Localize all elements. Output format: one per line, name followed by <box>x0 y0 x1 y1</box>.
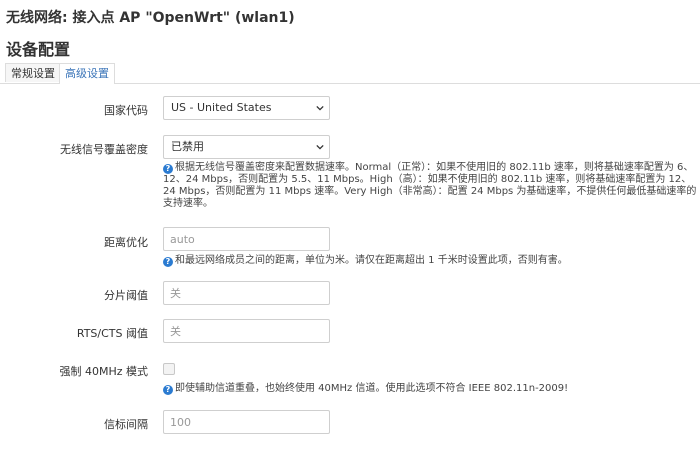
fragmentation-threshold-label: 分片阈值 <box>104 289 148 302</box>
country-code-value: US - United States <box>171 101 272 114</box>
distance-optimization-input[interactable] <box>163 227 330 251</box>
help-circle-icon: ? <box>163 257 173 267</box>
help-circle-icon: ? <box>163 385 173 395</box>
tab-bar: 常规设置 高级设置 <box>0 63 700 84</box>
distance-optimization-label: 距离优化 <box>104 236 148 249</box>
fragmentation-threshold-input[interactable] <box>163 281 330 305</box>
help-circle-icon: ? <box>163 164 173 174</box>
country-code-select[interactable]: US - United States <box>163 96 330 120</box>
coverage-density-select[interactable]: 已禁用 <box>163 135 330 159</box>
chevron-down-icon <box>316 105 324 111</box>
coverage-density-value: 已禁用 <box>171 140 204 153</box>
page-title: 无线网络: 接入点 AP "OpenWrt" (wlan1) <box>6 10 295 26</box>
coverage-density-hint: ? 根据无线信号覆盖密度来配置数据速率。Normal（正常）：如果不使用旧的 80… <box>163 162 698 210</box>
country-code-label: 国家代码 <box>104 104 148 117</box>
coverage-density-hint-text: 根据无线信号覆盖密度来配置数据速率。Normal（正常）：如果不使用旧的 802… <box>163 162 697 209</box>
tab-general-settings[interactable]: 常规设置 <box>5 63 61 82</box>
coverage-density-label: 无线信号覆盖密度 <box>60 143 148 156</box>
tab-advanced-settings[interactable]: 高级设置 <box>59 63 115 84</box>
force-40mhz-hint: ? 即使辅助信道重叠，也始终使用 40MHz 信道。使用此选项不符合 IEEE 8… <box>163 383 698 395</box>
force-40mhz-checkbox[interactable] <box>163 363 175 375</box>
force-40mhz-label: 强制 40MHz 模式 <box>59 365 148 378</box>
beacon-interval-input[interactable] <box>163 410 330 434</box>
distance-optimization-hint-text: 和最远网络成员之间的距离，单位为米。请仅在距离超出 1 千米时设置此项，否则有害… <box>175 255 568 266</box>
rts-cts-threshold-label: RTS/CTS 阈值 <box>76 327 148 340</box>
rts-cts-threshold-input[interactable] <box>163 319 330 343</box>
force-40mhz-hint-text: 即使辅助信道重叠，也始终使用 40MHz 信道。使用此选项不符合 IEEE 80… <box>175 383 569 394</box>
beacon-interval-label: 信标间隔 <box>104 418 148 431</box>
section-title: 设备配置 <box>6 40 71 59</box>
distance-optimization-hint: ? 和最远网络成员之间的距离，单位为米。请仅在距离超出 1 千米时设置此项，否则有… <box>163 255 698 267</box>
chevron-down-icon <box>316 144 324 150</box>
